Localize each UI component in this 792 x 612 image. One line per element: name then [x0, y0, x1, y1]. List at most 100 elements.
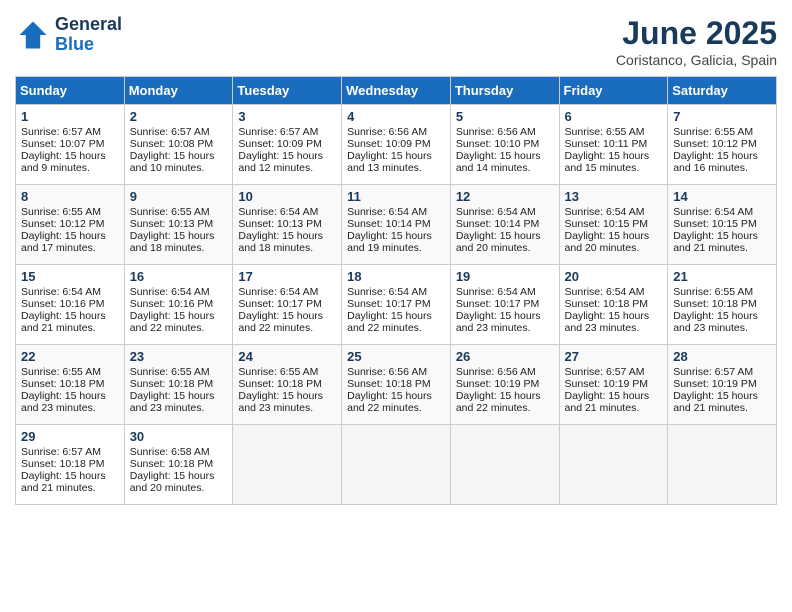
calendar-cell: 12Sunrise: 6:54 AMSunset: 10:14 PMDaylig…: [450, 185, 559, 265]
sunset-text: Sunset: 10:18 PM: [565, 298, 648, 310]
logo-icon: [15, 17, 51, 53]
day-number: 16: [130, 269, 228, 284]
calendar-cell: 5 Sunrise: 6:56 AMSunset: 10:10 PMDayligh…: [450, 105, 559, 185]
day-number: 14: [673, 189, 771, 204]
sunset-text: Sunset: 10:10 PM: [456, 138, 539, 150]
sunset-text: Sunset: 10:19 PM: [456, 378, 539, 390]
logo: General Blue: [15, 15, 122, 55]
day-number: 22: [21, 349, 119, 364]
day-number: 4: [347, 109, 445, 124]
daylight-text: Daylight: 15 hours and 14 minutes.: [456, 150, 541, 174]
day-number: 8: [21, 189, 119, 204]
sunset-text: Sunset: 10:17 PM: [456, 298, 539, 310]
calendar-cell: 13Sunrise: 6:54 AMSunset: 10:15 PMDaylig…: [559, 185, 668, 265]
sunrise-text: Sunrise: 6:54 AM: [565, 206, 645, 218]
sunrise-text: Sunrise: 6:58 AM: [130, 446, 210, 458]
daylight-text: Daylight: 15 hours and 17 minutes.: [21, 230, 106, 254]
day-header-tuesday: Tuesday: [233, 77, 342, 105]
sunset-text: Sunset: 10:09 PM: [238, 138, 321, 150]
daylight-text: Daylight: 15 hours and 23 minutes.: [673, 310, 758, 334]
header-row: SundayMondayTuesdayWednesdayThursdayFrid…: [16, 77, 777, 105]
daylight-text: Daylight: 15 hours and 15 minutes.: [565, 150, 650, 174]
sunset-text: Sunset: 10:16 PM: [21, 298, 104, 310]
sunset-text: Sunset: 10:18 PM: [673, 298, 756, 310]
day-number: 7: [673, 109, 771, 124]
day-header-friday: Friday: [559, 77, 668, 105]
day-number: 11: [347, 189, 445, 204]
sunrise-text: Sunrise: 6:54 AM: [238, 206, 318, 218]
sunrise-text: Sunrise: 6:55 AM: [673, 286, 753, 298]
day-number: 20: [565, 269, 663, 284]
daylight-text: Daylight: 15 hours and 21 minutes.: [565, 390, 650, 414]
sunset-text: Sunset: 10:15 PM: [565, 218, 648, 230]
day-number: 13: [565, 189, 663, 204]
sunrise-text: Sunrise: 6:56 AM: [456, 366, 536, 378]
sunrise-text: Sunrise: 6:54 AM: [238, 286, 318, 298]
calendar-cell: 1Sunrise: 6:57 AMSunset: 10:07 PMDayligh…: [16, 105, 125, 185]
calendar-cell: 3Sunrise: 6:57 AMSunset: 10:09 PMDayligh…: [233, 105, 342, 185]
sunrise-text: Sunrise: 6:55 AM: [238, 366, 318, 378]
calendar-week-1: 1Sunrise: 6:57 AMSunset: 10:07 PMDayligh…: [16, 105, 777, 185]
calendar-cell: 7Sunrise: 6:55 AMSunset: 10:12 PMDayligh…: [668, 105, 777, 185]
day-number: 18: [347, 269, 445, 284]
day-number: 3: [238, 109, 336, 124]
month-title: June 2025: [616, 15, 777, 52]
day-header-saturday: Saturday: [668, 77, 777, 105]
sunset-text: Sunset: 10:16 PM: [130, 298, 213, 310]
calendar-cell: 25Sunrise: 6:56 AMSunset: 10:18 PMDaylig…: [342, 345, 451, 425]
sunset-text: Sunset: 10:17 PM: [347, 298, 430, 310]
calendar-cell: [342, 425, 451, 505]
day-number: 25: [347, 349, 445, 364]
sunrise-text: Sunrise: 6:54 AM: [456, 286, 536, 298]
calendar-cell: 20Sunrise: 6:54 AMSunset: 10:18 PMDaylig…: [559, 265, 668, 345]
sunrise-text: Sunrise: 6:55 AM: [21, 366, 101, 378]
calendar-cell: 23Sunrise: 6:55 AMSunset: 10:18 PMDaylig…: [124, 345, 233, 425]
daylight-text: Daylight: 15 hours and 19 minutes.: [347, 230, 432, 254]
daylight-text: Daylight: 15 hours and 22 minutes.: [130, 310, 215, 334]
calendar-cell: [450, 425, 559, 505]
sunset-text: Sunset: 10:15 PM: [673, 218, 756, 230]
day-number: 17: [238, 269, 336, 284]
calendar-cell: 24Sunrise: 6:55 AMSunset: 10:18 PMDaylig…: [233, 345, 342, 425]
sunset-text: Sunset: 10:19 PM: [565, 378, 648, 390]
daylight-text: Daylight: 15 hours and 16 minutes.: [673, 150, 758, 174]
daylight-text: Daylight: 15 hours and 21 minutes.: [21, 470, 106, 494]
sunrise-text: Sunrise: 6:57 AM: [673, 366, 753, 378]
day-number: 6: [565, 109, 663, 124]
calendar-cell: 4Sunrise: 6:56 AMSunset: 10:09 PMDayligh…: [342, 105, 451, 185]
calendar-cell: 16Sunrise: 6:54 AMSunset: 10:16 PMDaylig…: [124, 265, 233, 345]
daylight-text: Daylight: 15 hours and 22 minutes.: [238, 310, 323, 334]
calendar-cell: [559, 425, 668, 505]
daylight-text: Daylight: 15 hours and 10 minutes.: [130, 150, 215, 174]
sunrise-text: Sunrise: 6:54 AM: [347, 286, 427, 298]
sunset-text: Sunset: 10:13 PM: [130, 218, 213, 230]
sunset-text: Sunset: 10:19 PM: [673, 378, 756, 390]
calendar-table: SundayMondayTuesdayWednesdayThursdayFrid…: [15, 76, 777, 505]
calendar-cell: 10Sunrise: 6:54 AMSunset: 10:13 PMDaylig…: [233, 185, 342, 265]
calendar-cell: [668, 425, 777, 505]
daylight-text: Daylight: 15 hours and 23 minutes.: [130, 390, 215, 414]
day-header-wednesday: Wednesday: [342, 77, 451, 105]
sunset-text: Sunset: 10:12 PM: [673, 138, 756, 150]
sunset-text: Sunset: 10:18 PM: [130, 378, 213, 390]
sunset-text: Sunset: 10:12 PM: [21, 218, 104, 230]
day-number: 2: [130, 109, 228, 124]
day-number: 21: [673, 269, 771, 284]
page-header: General Blue June 2025 Coristanco, Galic…: [15, 15, 777, 68]
daylight-text: Daylight: 15 hours and 21 minutes.: [673, 230, 758, 254]
sunrise-text: Sunrise: 6:56 AM: [347, 126, 427, 138]
sunrise-text: Sunrise: 6:56 AM: [456, 126, 536, 138]
day-number: 27: [565, 349, 663, 364]
calendar-cell: 28Sunrise: 6:57 AMSunset: 10:19 PMDaylig…: [668, 345, 777, 425]
day-number: 5: [456, 109, 554, 124]
day-number: 26: [456, 349, 554, 364]
logo-text: General Blue: [55, 15, 122, 55]
daylight-text: Daylight: 15 hours and 9 minutes.: [21, 150, 106, 174]
calendar-cell: 15Sunrise: 6:54 AMSunset: 10:16 PMDaylig…: [16, 265, 125, 345]
calendar-cell: 8Sunrise: 6:55 AMSunset: 10:12 PMDayligh…: [16, 185, 125, 265]
day-number: 12: [456, 189, 554, 204]
calendar-cell: 2Sunrise: 6:57 AMSunset: 10:08 PMDayligh…: [124, 105, 233, 185]
daylight-text: Daylight: 15 hours and 21 minutes.: [673, 390, 758, 414]
calendar-week-4: 22Sunrise: 6:55 AMSunset: 10:18 PMDaylig…: [16, 345, 777, 425]
day-number: 24: [238, 349, 336, 364]
